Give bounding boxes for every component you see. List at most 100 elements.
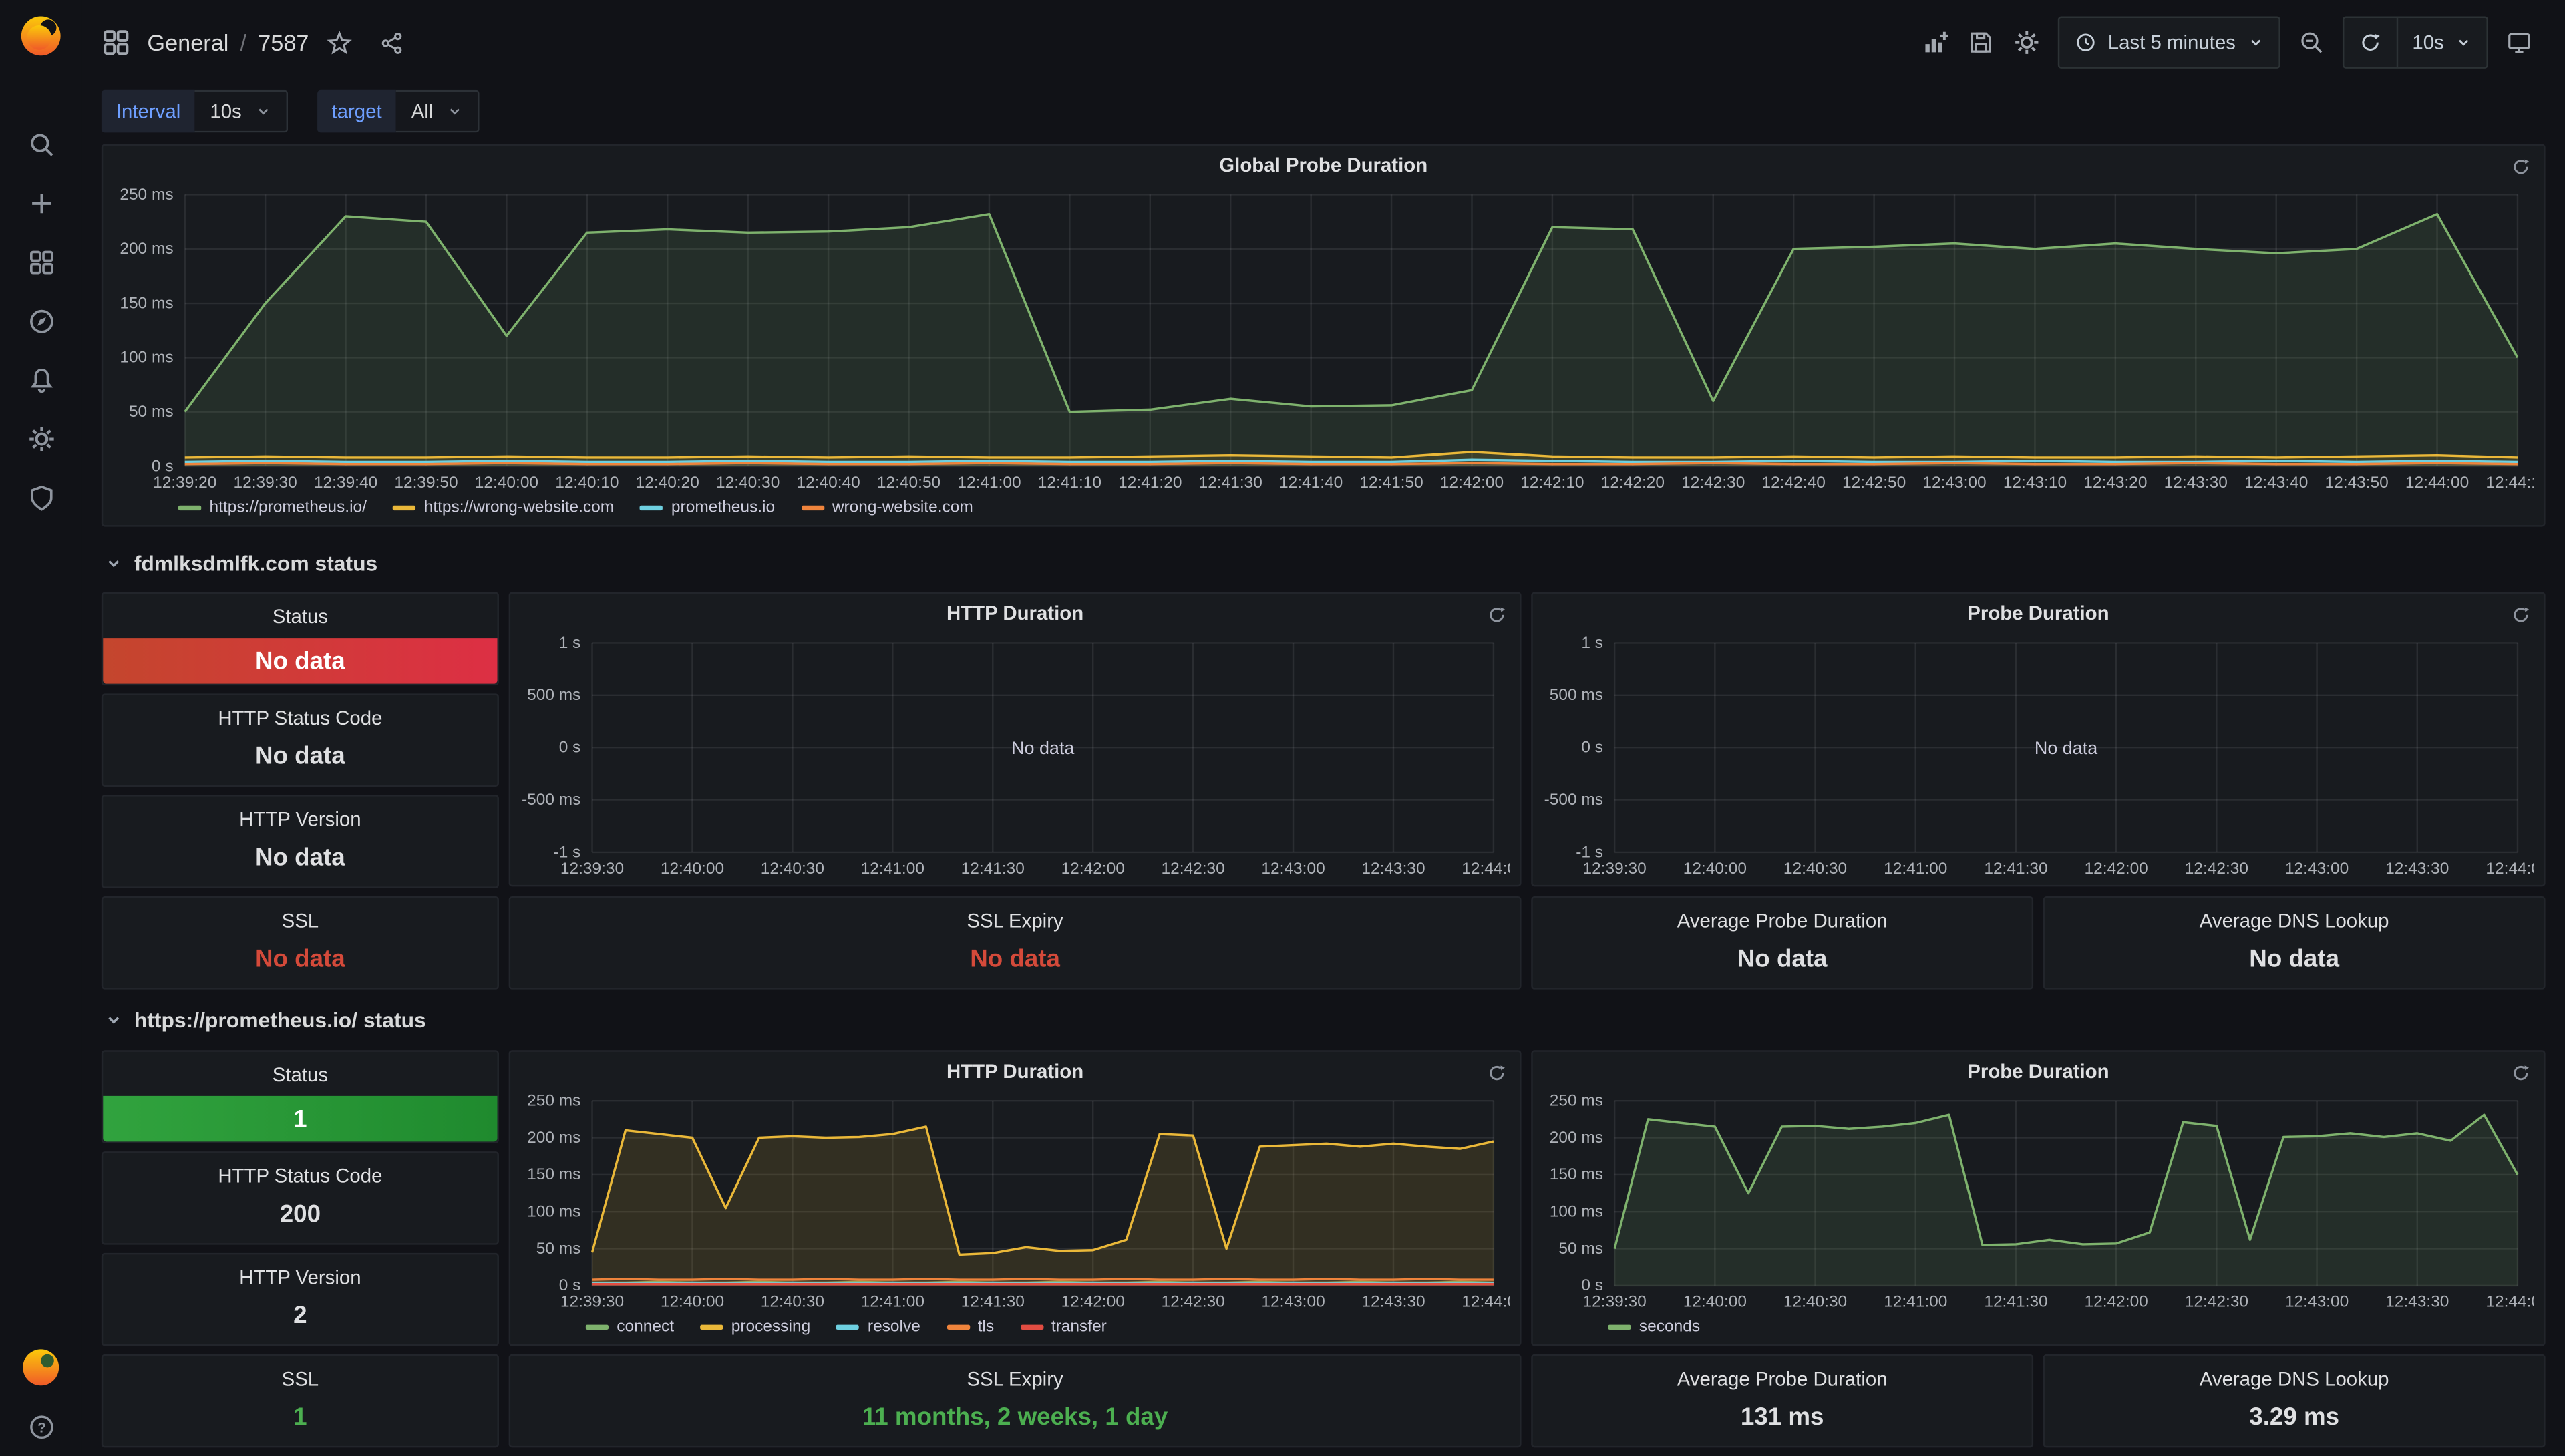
svg-text:12:40:50: 12:40:50 bbox=[877, 474, 940, 492]
stat-title: Average Probe Duration bbox=[1533, 1356, 2032, 1390]
legend-item[interactable]: wrong-website.com bbox=[801, 498, 973, 516]
variable-interval-label: Interval bbox=[102, 90, 195, 133]
probe-duration-chart[interactable]: 0 s50 ms100 ms150 ms200 ms250 ms12:39:30… bbox=[1539, 1091, 2534, 1312]
panel-average-probe-duration: Average Probe Duration No data bbox=[1531, 896, 2033, 990]
svg-text:12:41:00: 12:41:00 bbox=[861, 860, 924, 878]
variable-target-label: target bbox=[317, 90, 396, 133]
svg-text:12:43:30: 12:43:30 bbox=[2164, 474, 2228, 492]
panel-refresh-icon[interactable] bbox=[2511, 1063, 2530, 1083]
svg-text:12:42:20: 12:42:20 bbox=[1601, 474, 1665, 492]
panel-title-text: Probe Duration bbox=[1967, 1060, 2109, 1083]
grafana-logo[interactable] bbox=[18, 13, 64, 59]
explore-compass-icon[interactable] bbox=[0, 291, 81, 350]
help-icon[interactable]: ? bbox=[0, 1397, 81, 1455]
svg-text:12:41:00: 12:41:00 bbox=[1884, 860, 1947, 878]
chevron-down-icon bbox=[254, 103, 271, 119]
svg-text:12:42:00: 12:42:00 bbox=[1061, 860, 1125, 878]
legend-item[interactable]: tls bbox=[947, 1318, 994, 1336]
sidebar: ? bbox=[0, 0, 81, 1456]
variable-target: target All bbox=[317, 90, 479, 133]
legend-item[interactable]: https://wrong-website.com bbox=[393, 498, 614, 516]
svg-text:12:40:40: 12:40:40 bbox=[796, 474, 860, 492]
panel-refresh-icon[interactable] bbox=[1487, 1063, 1506, 1083]
dashboard-apps-icon[interactable] bbox=[102, 28, 131, 57]
stat-value: 3.29 ms bbox=[2045, 1395, 2544, 1439]
panel-refresh-icon[interactable] bbox=[2511, 157, 2530, 176]
legend-item[interactable]: transfer bbox=[1020, 1318, 1107, 1336]
legend-item[interactable]: seconds bbox=[1608, 1318, 1700, 1336]
panel-title[interactable]: Global Probe Duration bbox=[103, 146, 2544, 185]
panel-title[interactable]: HTTP Duration bbox=[510, 1052, 1520, 1091]
svg-text:250 ms: 250 ms bbox=[120, 186, 173, 204]
svg-text:12:40:00: 12:40:00 bbox=[661, 1293, 724, 1311]
save-dashboard-icon[interactable] bbox=[1957, 19, 2003, 65]
svg-text:500 ms: 500 ms bbox=[527, 686, 580, 704]
legend-item[interactable]: https://prometheus.io/ bbox=[178, 498, 367, 516]
variable-interval-select[interactable]: 10s bbox=[195, 90, 287, 133]
row-header-fdmlksdmlfk[interactable]: fdmlksdmlfk.com status bbox=[105, 551, 378, 576]
svg-text:12:44:00: 12:44:00 bbox=[2486, 1293, 2534, 1311]
breadcrumb-folder[interactable]: General bbox=[147, 29, 228, 55]
server-admin-shield-icon[interactable] bbox=[0, 468, 81, 526]
http-duration-chart[interactable]: -1 s-500 ms0 s500 ms1 s12:39:3012:40:001… bbox=[517, 633, 1510, 878]
panel-title-text: HTTP Duration bbox=[947, 602, 1083, 624]
legend-item[interactable]: processing bbox=[700, 1318, 810, 1336]
svg-text:12:42:30: 12:42:30 bbox=[1161, 1293, 1224, 1311]
refresh-interval-select[interactable]: 10s bbox=[2396, 18, 2487, 67]
svg-text:150 ms: 150 ms bbox=[120, 294, 173, 312]
panel-refresh-icon[interactable] bbox=[2511, 605, 2530, 624]
dashboard-settings-gear-icon[interactable] bbox=[2003, 19, 2049, 65]
row-title: fdmlksdmlfk.com status bbox=[134, 551, 377, 576]
probe-duration-chart[interactable]: -1 s-500 ms0 s500 ms1 s12:39:3012:40:001… bbox=[1539, 633, 2534, 878]
svg-text:12:41:30: 12:41:30 bbox=[1984, 860, 2047, 878]
global-probe-duration-chart[interactable]: 0 s50 ms100 ms150 ms200 ms250 ms12:39:20… bbox=[110, 185, 2534, 492]
share-icon[interactable] bbox=[371, 21, 414, 64]
svg-text:0 s: 0 s bbox=[559, 739, 581, 757]
kiosk-tv-icon[interactable] bbox=[2496, 19, 2542, 65]
star-icon[interactable] bbox=[319, 21, 361, 64]
panel-probe-duration: Probe Duration 0 s50 ms100 ms150 ms200 m… bbox=[1531, 1050, 2545, 1346]
stat-value: No data bbox=[2045, 937, 2544, 981]
svg-text:12:43:00: 12:43:00 bbox=[1261, 1293, 1325, 1311]
http-duration-chart[interactable]: 0 s50 ms100 ms150 ms200 ms250 ms12:39:30… bbox=[517, 1091, 1510, 1312]
stat-value: No data bbox=[103, 638, 497, 684]
alerting-bell-icon[interactable] bbox=[0, 350, 81, 409]
add-panel-icon[interactable] bbox=[1912, 19, 1958, 65]
variable-target-select[interactable]: All bbox=[397, 90, 479, 133]
create-plus-icon[interactable] bbox=[0, 174, 81, 232]
panel-title[interactable]: HTTP Duration bbox=[510, 594, 1520, 633]
row-collapse-icon bbox=[105, 1011, 123, 1029]
legend-item[interactable]: prometheus.io bbox=[640, 498, 775, 516]
dashboards-icon[interactable] bbox=[0, 232, 81, 291]
stat-title: Average DNS Lookup bbox=[2045, 1356, 2544, 1390]
svg-text:12:41:30: 12:41:30 bbox=[961, 1293, 1025, 1311]
chevron-down-icon bbox=[2455, 34, 2471, 50]
refresh-icon[interactable] bbox=[2344, 18, 2396, 67]
user-avatar[interactable] bbox=[21, 1348, 61, 1387]
stat-value: 1 bbox=[103, 1395, 497, 1439]
legend-item[interactable]: connect bbox=[586, 1318, 674, 1336]
variable-target-value: All bbox=[411, 100, 434, 122]
stat-title: Average DNS Lookup bbox=[2045, 898, 2544, 932]
panel-title[interactable]: Probe Duration bbox=[1533, 594, 2544, 633]
time-range-button[interactable]: Last 5 minutes bbox=[2059, 18, 2278, 67]
search-icon[interactable] bbox=[0, 114, 81, 173]
svg-text:100 ms: 100 ms bbox=[1550, 1203, 1603, 1221]
svg-text:12:40:00: 12:40:00 bbox=[1683, 860, 1747, 878]
row-header-prometheus[interactable]: https://prometheus.io/ status bbox=[105, 1008, 426, 1033]
zoom-out-icon[interactable] bbox=[2288, 19, 2334, 65]
panel-refresh-icon[interactable] bbox=[1487, 605, 1506, 624]
breadcrumb-dashboard-title[interactable]: 7587 bbox=[258, 29, 309, 55]
legend-item[interactable]: resolve bbox=[836, 1318, 920, 1336]
svg-text:12:42:00: 12:42:00 bbox=[1061, 1293, 1125, 1311]
svg-text:12:40:10: 12:40:10 bbox=[555, 474, 619, 492]
svg-text:12:43:00: 12:43:00 bbox=[2285, 1293, 2349, 1311]
configuration-gear-icon[interactable] bbox=[0, 409, 81, 468]
panel-title[interactable]: Probe Duration bbox=[1533, 1052, 2544, 1091]
svg-text:100 ms: 100 ms bbox=[527, 1203, 580, 1221]
svg-text:12:40:00: 12:40:00 bbox=[475, 474, 538, 492]
svg-text:-1 s: -1 s bbox=[1576, 843, 1603, 861]
svg-text:12:42:30: 12:42:30 bbox=[2185, 1293, 2248, 1311]
svg-text:250 ms: 250 ms bbox=[1550, 1092, 1603, 1110]
panel-http-duration: HTTP Duration 0 s50 ms100 ms150 ms200 ms… bbox=[509, 1050, 1522, 1346]
